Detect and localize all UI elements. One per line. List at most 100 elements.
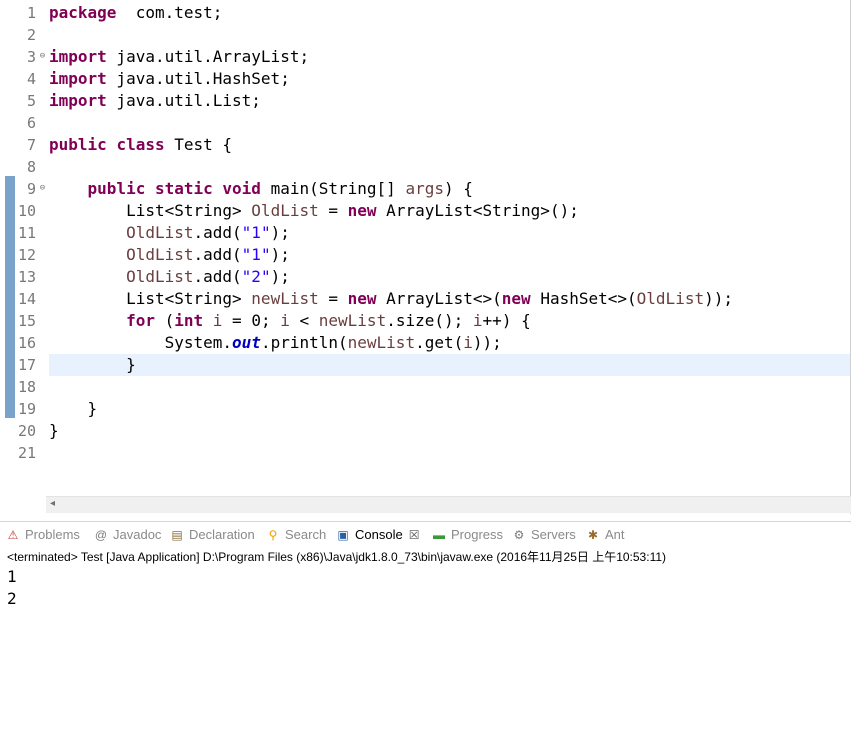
code-line[interactable]: import java.util.ArrayList; [49, 46, 850, 68]
code-token: )); [472, 333, 502, 352]
code-area[interactable]: package com.test; import java.util.ArrayL… [49, 0, 850, 496]
code-variable: i [463, 333, 473, 352]
tab-label: Progress [451, 527, 504, 542]
code-line[interactable]: import java.util.List; [49, 90, 850, 112]
code-keyword: public [87, 179, 146, 198]
tab-javadoc[interactable]: @ Javadoc [94, 522, 162, 547]
code-variable: OldList [636, 289, 705, 308]
close-icon[interactable]: ☒ [409, 528, 420, 542]
code-variable: i [472, 311, 483, 330]
code-token: .println( [260, 333, 348, 352]
code-line[interactable] [49, 24, 850, 46]
horizontal-scrollbar[interactable]: ◂ [46, 496, 851, 513]
code-variable: args [405, 179, 444, 198]
code-token: ArrayList<>( [376, 289, 502, 308]
code-line[interactable]: public class Test { [49, 134, 850, 156]
code-token: java.util.List; [106, 91, 261, 110]
code-line[interactable]: List<String> newList = new ArrayList<>(n… [49, 288, 850, 310]
code-token: )); [704, 289, 733, 308]
code-line[interactable]: package com.test; [49, 2, 850, 24]
tab-console[interactable]: ▣ Console ☒ [336, 522, 420, 547]
servers-icon: ⚙ [513, 528, 525, 542]
code-line[interactable] [49, 376, 850, 398]
code-variable: i [212, 311, 223, 330]
code-token: com.test; [116, 3, 223, 22]
tab-label: Ant [605, 527, 625, 542]
code-token: = [318, 201, 348, 220]
code-line[interactable] [49, 112, 850, 134]
code-token: .add( [193, 245, 242, 264]
code-keyword: new [347, 201, 377, 220]
tab-ant[interactable]: ✱ Ant [586, 522, 625, 547]
tab-problems[interactable]: ⚠ Problems [6, 522, 80, 547]
code-line[interactable]: } [49, 354, 850, 376]
code-token: System. [49, 333, 233, 352]
code-line[interactable] [49, 442, 850, 464]
code-token: java.util.HashSet; [106, 69, 290, 88]
code-keyword: static [154, 179, 213, 198]
scroll-left-icon[interactable]: ◂ [50, 498, 55, 509]
code-line[interactable]: public static void main(String[] args) { [49, 178, 850, 200]
code-variable: OldList [251, 201, 319, 220]
tab-label: Javadoc [113, 527, 162, 542]
code-token: .add( [193, 223, 242, 242]
code-token: } [49, 355, 136, 374]
code-token: = 0; [222, 311, 281, 330]
code-line[interactable] [49, 156, 850, 178]
code-line[interactable]: List<String> OldList = new ArrayList<Str… [49, 200, 850, 222]
code-line[interactable]: OldList.add("1"); [49, 244, 850, 266]
fold-collapse-icon[interactable]: ⊖ [38, 184, 47, 193]
code-variable: OldList [126, 267, 194, 286]
code-line[interactable]: } [49, 420, 850, 442]
tab-label: Declaration [189, 527, 255, 542]
code-token: List<String> [49, 289, 252, 308]
code-string: "1" [241, 245, 271, 264]
line-number: 2 [26, 26, 36, 44]
code-token: ArrayList<String>(); [376, 201, 579, 220]
code-token: = [318, 289, 348, 308]
tab-declaration[interactable]: ▤ Declaration [170, 522, 255, 547]
code-token: List<String> [49, 201, 252, 220]
tab-progress[interactable]: ▬ Progress [432, 522, 503, 547]
tab-label: Console [355, 527, 403, 542]
console-output-line: 1 [7, 567, 17, 586]
code-token: .add( [193, 267, 242, 286]
code-variable: OldList [126, 245, 194, 264]
tab-search[interactable]: ⚲ Search [266, 522, 327, 547]
progress-icon: ▬ [433, 528, 445, 542]
code-line[interactable]: } [49, 398, 850, 420]
declaration-icon: ▤ [171, 528, 183, 542]
code-line[interactable]: System.out.println(newList.get(i)); [49, 332, 850, 354]
code-keyword: package [49, 3, 117, 22]
code-line[interactable]: import java.util.HashSet; [49, 68, 850, 90]
code-variable: OldList [126, 223, 194, 242]
code-line[interactable]: OldList.add("1"); [49, 222, 850, 244]
code-line[interactable]: OldList.add("2"); [49, 266, 850, 288]
code-line[interactable]: for (int i = 0; i < newList.size(); i++)… [49, 310, 850, 332]
fold-collapse-icon[interactable]: ⊖ [38, 52, 47, 61]
code-editor[interactable]: 1 2 3 ⊖ 4 5 6 7 8 9 ⊖ 10 11 12 13 14 15 16 17 18 19 20 21 pack… [0, 0, 851, 514]
code-keyword: import [49, 69, 107, 88]
code-variable: newList [318, 311, 387, 330]
tab-label: Search [285, 527, 327, 542]
tab-servers[interactable]: ⚙ Servers [512, 522, 576, 547]
console-view[interactable]: <terminated> Test [Java Application] D:\… [0, 546, 851, 730]
code-token: ++) { [482, 311, 531, 330]
console-status-line: <terminated> Test [Java Application] D:\… [7, 550, 667, 564]
line-number: 7 [26, 136, 36, 154]
code-variable: newList [251, 289, 319, 308]
code-token: ) { [443, 179, 473, 198]
code-token: ); [270, 223, 290, 242]
line-number: 3 [26, 48, 36, 66]
change-marker [5, 176, 15, 418]
code-token: .get( [415, 333, 464, 352]
tab-label: Problems [25, 527, 80, 542]
console-output-line: 2 [7, 589, 17, 608]
code-token: < [289, 311, 319, 330]
